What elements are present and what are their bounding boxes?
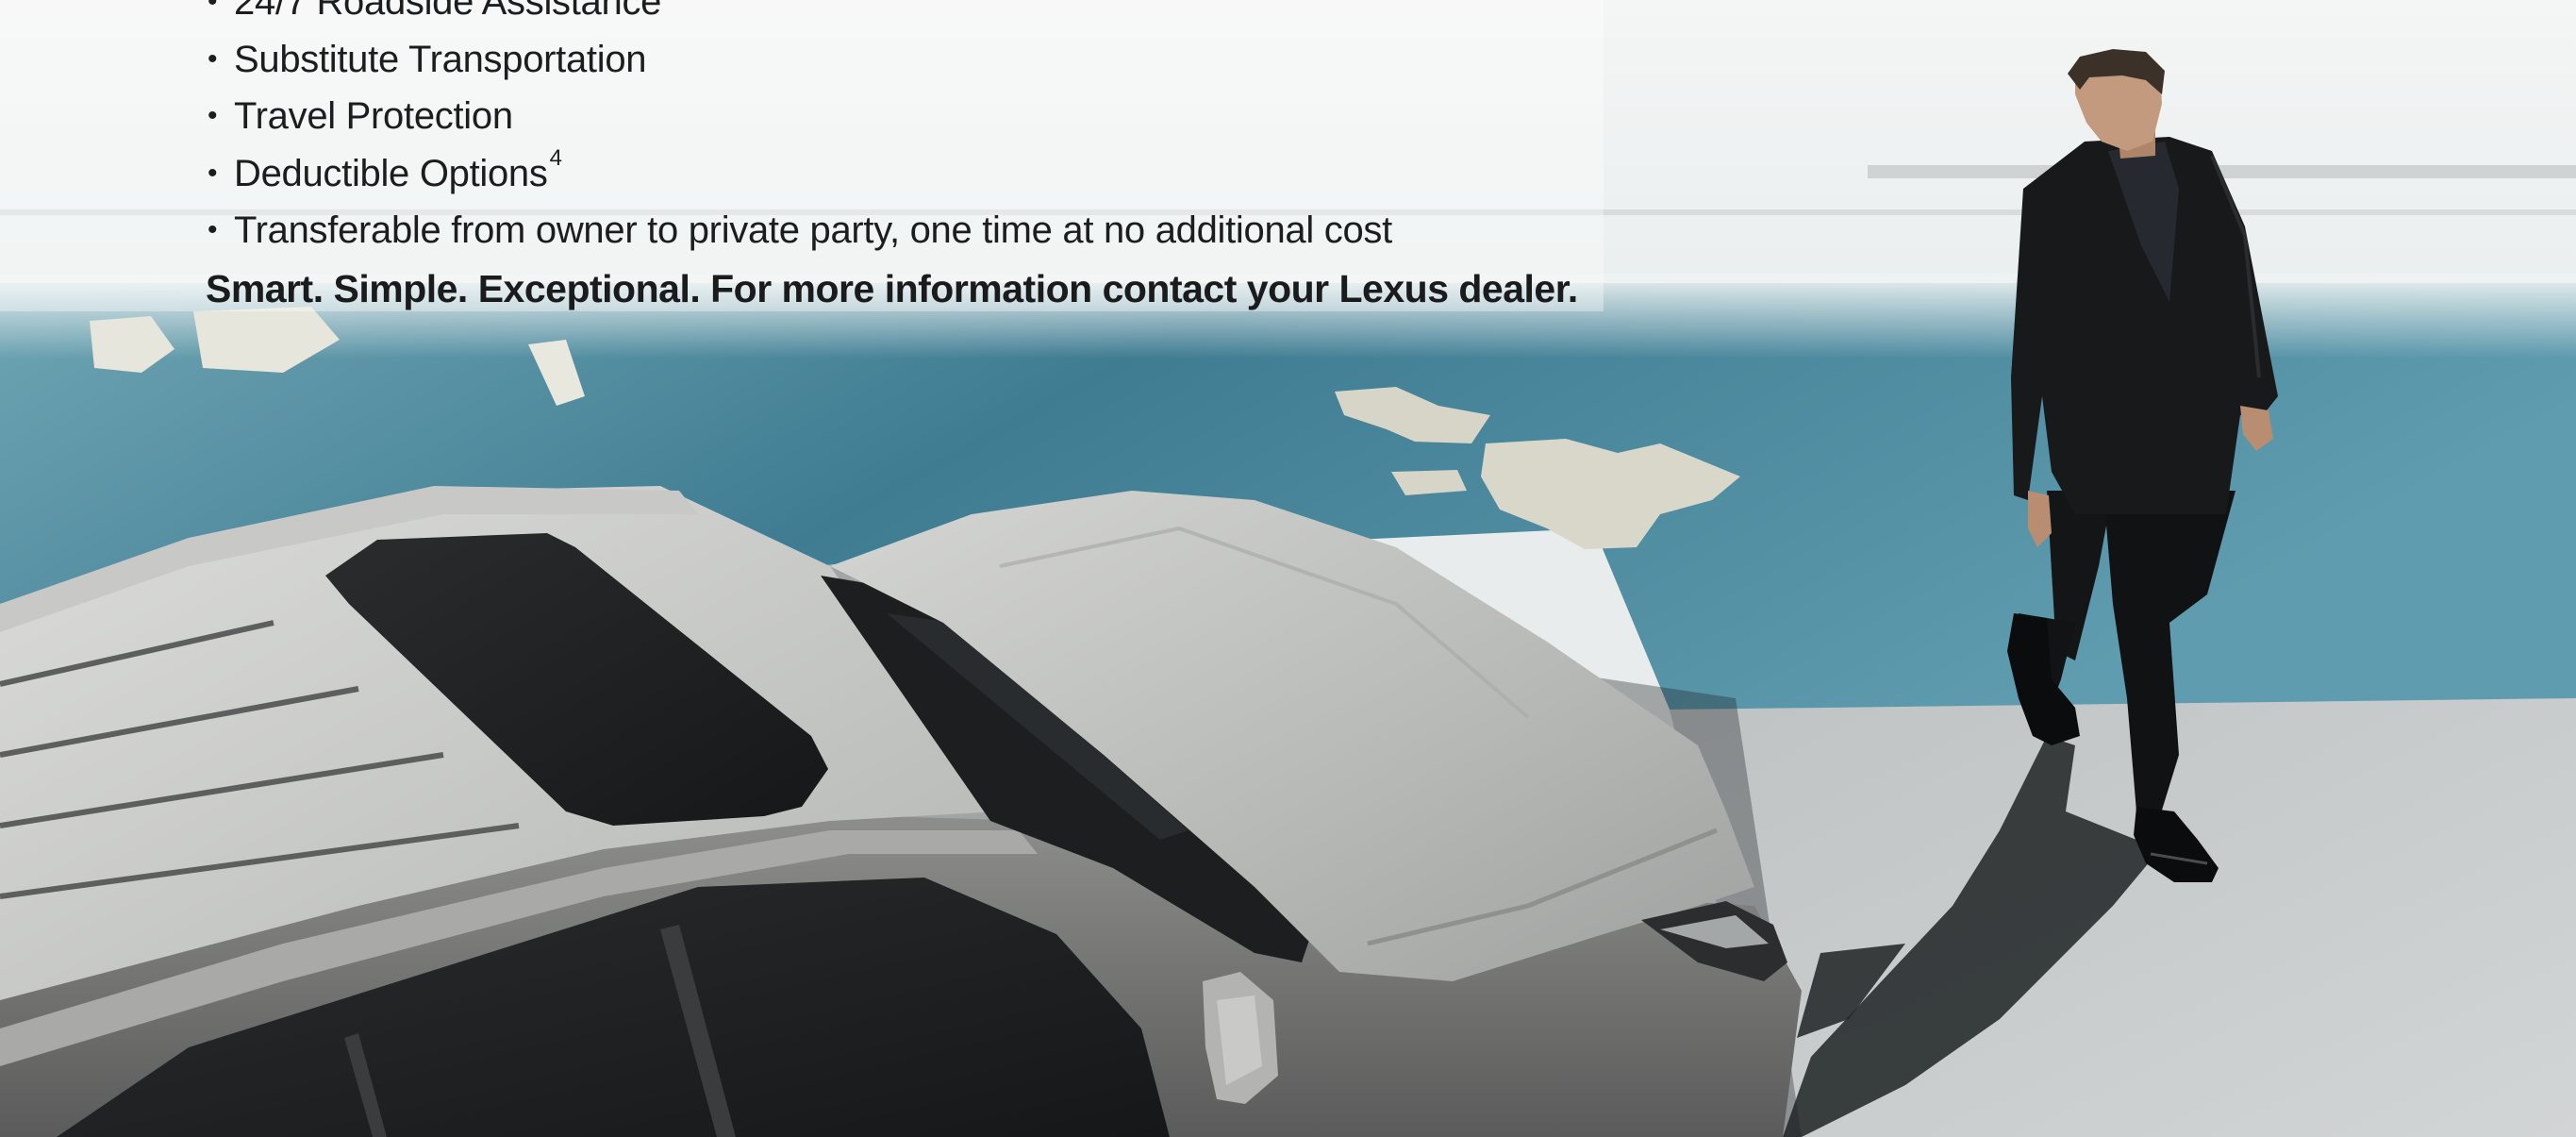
concrete-floor: [1670, 698, 2576, 1137]
feature-item: • Transferable from owner to private part…: [206, 202, 1809, 259]
feature-list: • 24/7 Roadside Assistance • Substitute Tr…: [206, 0, 1809, 259]
feature-label: 24/7 Roadside Assistance: [234, 0, 662, 23]
brochure-page: • 24/7 Roadside Assistance • Substitute Tr…: [0, 0, 2576, 1137]
feature-label: Transferable from owner to private party…: [234, 209, 1392, 251]
bullet: •: [208, 42, 218, 75]
footnote-marker: 4: [549, 144, 562, 171]
bullet: •: [208, 0, 218, 17]
warranty-text: • 24/7 Roadside Assistance • Substitute Tr…: [206, 0, 1809, 311]
feature-item: • 24/7 Roadside Assistance: [206, 0, 1809, 31]
feature-item: • Deductible Options4: [206, 145, 1809, 203]
feature-label: Substitute Transportation: [234, 38, 647, 80]
feature-label: Travel Protection: [234, 95, 513, 137]
feature-item: • Substitute Transportation: [206, 31, 1809, 89]
tagline: Smart. Simple. Exceptional. For more inf…: [206, 266, 1578, 310]
feature-item: • Travel Protection: [206, 88, 1809, 145]
feature-label: Deductible Options: [234, 152, 548, 194]
bullet: •: [208, 214, 218, 245]
bullet: •: [208, 100, 218, 131]
bullet: •: [208, 157, 218, 189]
